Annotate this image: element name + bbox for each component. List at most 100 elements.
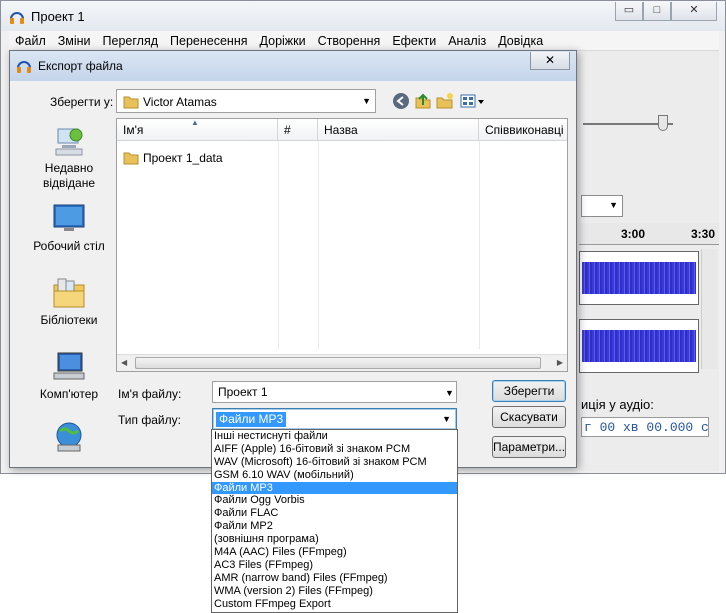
chevron-down-icon: ▼ xyxy=(442,414,451,424)
up-folder-icon[interactable] xyxy=(414,92,432,110)
folder-icon xyxy=(123,96,139,109)
place-computer[interactable]: Комп'ютер xyxy=(24,351,114,402)
file-type-option[interactable]: WMA (version 2) Files (FFmpeg) xyxy=(212,585,457,598)
file-type-option[interactable]: AC3 Files (FFmpeg) xyxy=(212,559,457,572)
dialog-close-button[interactable]: ✕ xyxy=(530,52,570,70)
file-type-option[interactable]: WAV (Microsoft) 16-бітовий зі знаком PCM xyxy=(212,456,457,469)
file-name: Проект 1_data xyxy=(143,151,223,165)
column-header-label: Співвиконавці xyxy=(485,123,564,137)
waveform-channel-left[interactable] xyxy=(579,251,699,305)
menu-analyze[interactable]: Аналіз xyxy=(442,31,492,48)
file-type-option[interactable]: GSM 6.10 WAV (мобільний) xyxy=(212,469,457,482)
new-folder-icon[interactable] xyxy=(436,92,454,110)
place-label: Комп'ютер xyxy=(39,387,99,401)
libraries-icon xyxy=(52,277,86,309)
timeline-tick: 3:00 xyxy=(621,227,646,241)
file-name-input[interactable] xyxy=(212,381,457,403)
file-type-combo[interactable]: Файли MP3 ▼ xyxy=(212,408,457,430)
file-type-dropdown-list: Інші нестиснуті файли AIFF (Apple) 16-бі… xyxy=(211,429,458,613)
file-type-option[interactable]: Файли Ogg Vorbis xyxy=(212,494,457,507)
device-combo[interactable]: ▼ xyxy=(581,195,623,217)
place-network[interactable] xyxy=(24,421,114,457)
place-libraries[interactable]: Бібліотеки xyxy=(24,277,114,328)
place-desktop[interactable]: Робочий стіл xyxy=(24,203,114,254)
waveform-channel-right[interactable] xyxy=(579,319,699,373)
selection-label: иція у аудіо: xyxy=(581,397,654,412)
timeline-tick: 3:30 xyxy=(691,227,716,241)
export-file-dialog: Експорт файла ✕ Зберегти у: Victor Atama… xyxy=(9,50,577,468)
save-in-combo[interactable]: Victor Atamas ▼ xyxy=(116,89,376,113)
file-type-option[interactable]: Custom FFmpeg Export xyxy=(212,598,457,611)
file-type-option[interactable]: M4A (AAC) Files (FFmpeg) xyxy=(212,546,457,559)
options-button[interactable]: Параметри... xyxy=(492,436,566,458)
file-type-label: Тип файлу: xyxy=(118,413,181,427)
file-name-label: Ім'я файлу: xyxy=(118,387,182,401)
menu-bar: Файл Зміни Перегляд Перенесення Доріжки Створ… xyxy=(9,31,719,51)
menu-file[interactable]: Файл xyxy=(9,31,52,48)
cancel-button[interactable]: Скасувати xyxy=(492,406,566,428)
scroll-right-icon[interactable]: ▶ xyxy=(557,358,563,367)
menu-tracks[interactable]: Доріжки xyxy=(254,31,312,48)
main-titlebar: Проект 1 ▭ □ ✕ xyxy=(1,1,725,31)
chevron-down-icon[interactable]: ▼ xyxy=(445,388,454,398)
save-button[interactable]: Зберегти xyxy=(492,380,566,402)
chevron-down-icon: ▼ xyxy=(362,96,371,106)
track-scrollbar[interactable] xyxy=(701,249,717,369)
sort-ascending-icon: ▲ xyxy=(191,118,199,127)
network-icon xyxy=(52,421,86,453)
column-header-contributing-artists[interactable]: Співвиконавці xyxy=(479,119,567,141)
place-recent[interactable]: Недавно відвідане xyxy=(24,125,114,191)
column-header-title[interactable]: Назва xyxy=(318,119,479,141)
desktop-icon xyxy=(52,203,86,235)
file-type-option[interactable]: AMR (narrow band) Files (FFmpeg) xyxy=(212,572,457,585)
place-label: Бібліотеки xyxy=(40,313,98,327)
file-list-horizontal-scrollbar[interactable]: ◀ ▶ xyxy=(117,354,567,371)
file-type-option[interactable]: Інші нестиснуті файли xyxy=(212,430,457,443)
save-in-label: Зберегти у: xyxy=(50,95,114,109)
headphones-icon xyxy=(17,61,31,73)
file-type-option[interactable]: (зовнішня програма) xyxy=(212,533,457,546)
minimize-icon: ▭ xyxy=(623,4,635,16)
file-type-option[interactable]: Файли FLAC xyxy=(212,507,457,520)
dialog-titlebar: Експорт файла ✕ xyxy=(10,51,576,81)
timeline-ruler[interactable]: 3:00 3:30 xyxy=(579,223,719,245)
menu-help[interactable]: Довідка xyxy=(492,31,549,48)
save-in-value: Victor Atamas xyxy=(143,95,217,109)
menu-view[interactable]: Перегляд xyxy=(97,31,164,48)
scroll-left-icon[interactable]: ◀ xyxy=(121,358,127,367)
column-header-label: Ім'я xyxy=(123,123,144,137)
menu-effects[interactable]: Ефекти xyxy=(386,31,442,48)
file-type-option[interactable]: Файли MP2 xyxy=(212,520,457,533)
file-list[interactable]: Ім'я ▲ # Назва Співвиконавці Проект 1_da… xyxy=(116,118,568,372)
maximize-button[interactable]: □ xyxy=(643,2,671,21)
file-type-option-selected[interactable]: Файли MP3 xyxy=(212,481,457,495)
place-label: Робочий стіл xyxy=(33,239,105,253)
place-label: Недавно відвідане xyxy=(42,161,96,190)
column-header-name[interactable]: Ім'я ▲ xyxy=(117,118,278,141)
maximize-icon: □ xyxy=(653,4,661,16)
headphones-icon xyxy=(10,12,24,24)
column-header-label: Назва xyxy=(324,123,358,137)
close-icon: ✕ xyxy=(689,4,699,16)
menu-generate[interactable]: Створення xyxy=(312,31,387,48)
folder-icon xyxy=(123,152,139,165)
places-bar: Недавно відвідане Робочий стіл Бібліотек… xyxy=(24,119,114,459)
chevron-down-icon: ▼ xyxy=(609,200,618,210)
dialog-title: Експорт файла xyxy=(38,59,123,73)
minimize-button[interactable]: ▭ xyxy=(615,2,643,21)
playback-speed-slider-thumb[interactable] xyxy=(658,115,668,131)
menu-transport[interactable]: Перенесення xyxy=(164,31,253,48)
column-header-number[interactable]: # xyxy=(278,119,318,141)
column-headers: Ім'я ▲ # Назва Співвиконавці xyxy=(117,118,567,141)
audio-position-field[interactable]: г 00 хв 00.000 с xyxy=(581,417,709,437)
recent-places-icon xyxy=(52,125,86,157)
column-header-label: # xyxy=(284,123,291,137)
computer-icon xyxy=(52,351,86,383)
close-button[interactable]: ✕ xyxy=(671,2,717,21)
view-menu-icon[interactable] xyxy=(460,92,486,110)
file-type-option[interactable]: AIFF (Apple) 16-бітовий зі знаком PCM xyxy=(212,443,457,456)
file-type-value: Файли MP3 xyxy=(216,412,287,427)
scrollbar-thumb[interactable] xyxy=(135,357,541,369)
menu-edit[interactable]: Зміни xyxy=(52,31,97,48)
back-icon[interactable] xyxy=(392,92,410,110)
